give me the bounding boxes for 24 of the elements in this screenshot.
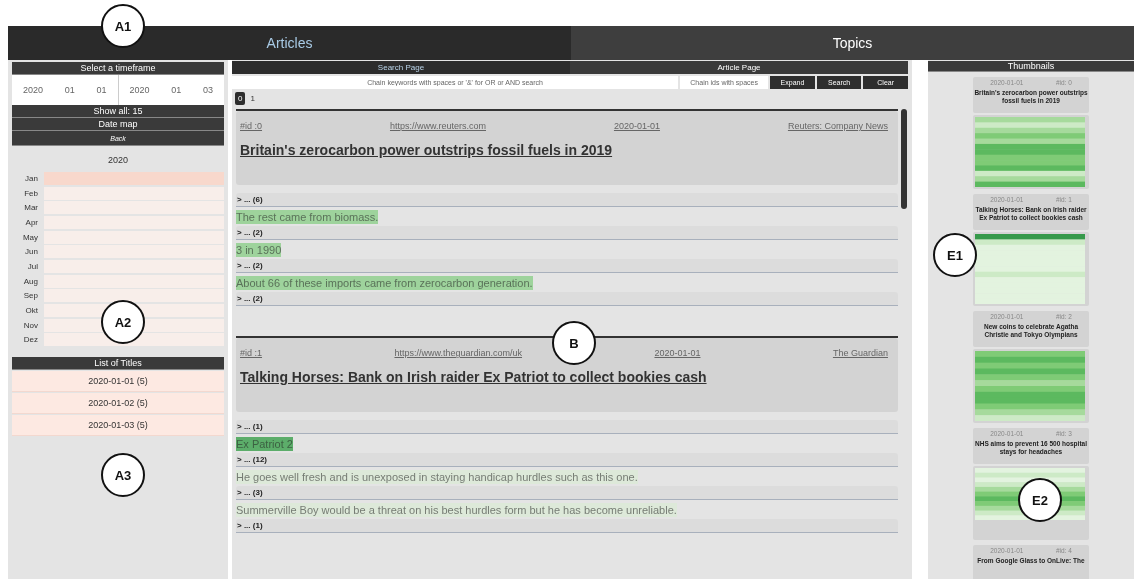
highlighted-sentence: Ex Patriot 2 (236, 436, 293, 451)
thumbnails-header: Thumbnails (928, 61, 1134, 72)
month-label: Apr (24, 217, 39, 227)
callout-tooltip: A1 (101, 4, 145, 48)
month-label: Okt (24, 306, 39, 316)
month-label: Jun (24, 247, 39, 257)
month-label: Nov (22, 320, 39, 330)
month-label: Feb (23, 188, 39, 198)
highlighted-sentence: 3 in 1990 (236, 242, 282, 257)
highlighted-sentence: Summerville Boy would be a threat on his best hurdles form but he has become unreliable. (236, 502, 677, 517)
month-label: May (21, 232, 39, 242)
month-label: Jul (26, 261, 39, 271)
titles-list-header: List of Titles (12, 357, 224, 371)
month-label: Aug (22, 276, 39, 286)
highlighted-sentence: The rest came from biomass. (236, 209, 379, 224)
highlighted-sentence: He goes well fresh and is unexposed in staying handicap hurdles such as this one. (236, 469, 638, 484)
month-label: Mar (23, 203, 39, 213)
month-label: Jan (24, 173, 39, 183)
date-map-header: Date map (12, 118, 224, 131)
year-label: 2020 (107, 155, 129, 165)
month-label: Dez (22, 335, 39, 345)
highlighted-sentence: About 66 of these imports came from zerocarbon generation. (236, 275, 533, 290)
month-label: Sep (22, 291, 39, 301)
timeframe-header: Select a timeframe (12, 62, 224, 75)
